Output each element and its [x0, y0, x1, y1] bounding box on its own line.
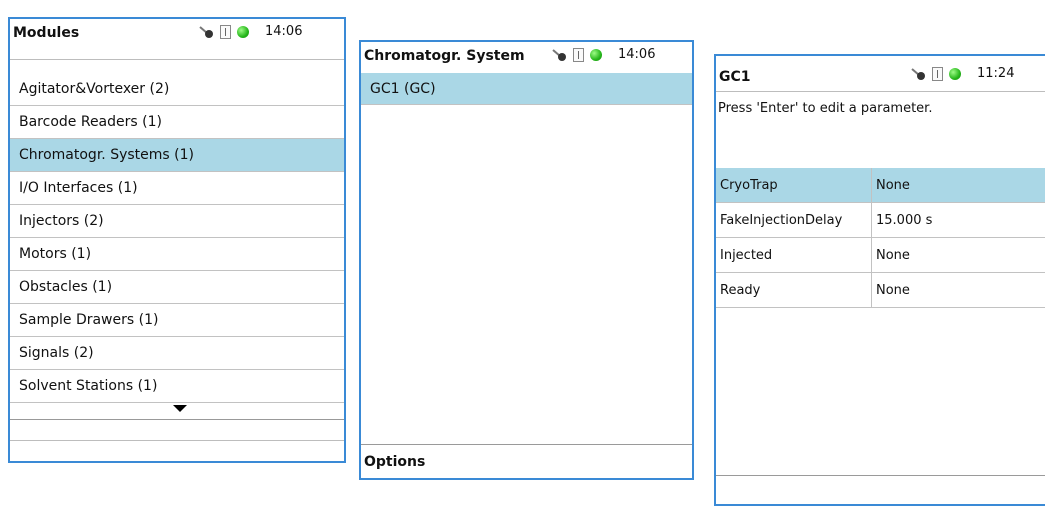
chromatogr-panel: Chromatogr. System 14:06 GC1 (GC) Option… [359, 40, 694, 480]
usb-icon [220, 25, 231, 39]
options-button[interactable]: Options [361, 444, 692, 478]
table-row[interactable]: CryoTrap None [716, 168, 1045, 203]
list-item[interactable]: Barcode Readers (1) [10, 106, 344, 139]
list-item[interactable]: Obstacles (1) [10, 271, 344, 304]
clock: 14:06 [265, 24, 302, 39]
param-name: FakeInjectionDelay [716, 203, 872, 238]
chevron-down-icon[interactable] [173, 405, 187, 412]
status-bar: 14:06 [551, 47, 655, 62]
param-name: Injected [716, 238, 872, 273]
list-item-selected[interactable]: Chromatogr. Systems (1) [10, 139, 344, 172]
gc1-panel: GC1 11:24 Press 'Enter' to edit a parame… [714, 54, 1045, 506]
key-icon [910, 67, 926, 81]
list-item[interactable]: Signals (2) [10, 337, 344, 370]
param-name: CryoTrap [716, 168, 872, 203]
table-row[interactable]: FakeInjectionDelay 15.000 s [716, 203, 1045, 238]
modules-header: Modules 14:06 [10, 19, 344, 60]
footer-divider [716, 475, 1045, 476]
page-title: GC1 [719, 69, 751, 85]
page-title: Modules [13, 25, 79, 41]
list-item[interactable]: Injectors (2) [10, 205, 344, 238]
clock: 14:06 [618, 47, 655, 62]
empty-row [10, 420, 344, 441]
table-row[interactable]: Injected None [716, 238, 1045, 273]
status-dot-icon [237, 26, 249, 38]
list-item[interactable]: Solvent Stations (1) [10, 370, 344, 403]
status-bar: 11:24 [910, 66, 1014, 81]
param-name: Ready [716, 273, 872, 308]
chromatogr-header: Chromatogr. System 14:06 [361, 42, 692, 74]
list-item[interactable]: Agitator&Vortexer (2) [10, 73, 344, 106]
page-title: Chromatogr. System [364, 48, 525, 64]
param-value[interactable]: None [872, 168, 1045, 203]
status-bar: 14:06 [198, 24, 302, 39]
key-icon [198, 25, 214, 39]
modules-panel: Modules 14:06 Agitator&Vortexer (2) Barc… [8, 17, 346, 463]
list-item[interactable]: Motors (1) [10, 238, 344, 271]
scroll-more[interactable] [10, 403, 344, 420]
clock: 11:24 [977, 66, 1014, 81]
param-value[interactable]: None [872, 273, 1045, 308]
help-text: Press 'Enter' to edit a parameter. [718, 101, 932, 116]
param-value[interactable]: 15.000 s [872, 203, 1045, 238]
list-item[interactable]: I/O Interfaces (1) [10, 172, 344, 205]
list-item-selected[interactable]: GC1 (GC) [361, 73, 692, 105]
gc1-header: GC1 11:24 [716, 56, 1045, 92]
list-item[interactable]: Sample Drawers (1) [10, 304, 344, 337]
parameter-table: CryoTrap None FakeInjectionDelay 15.000 … [716, 168, 1045, 308]
table-row[interactable]: Ready None [716, 273, 1045, 308]
key-icon [551, 48, 567, 62]
status-dot-icon [949, 68, 961, 80]
modules-list: Agitator&Vortexer (2) Barcode Readers (1… [10, 73, 344, 441]
usb-icon [573, 48, 584, 62]
status-dot-icon [590, 49, 602, 61]
systems-list: GC1 (GC) [361, 73, 692, 105]
param-value[interactable]: None [872, 238, 1045, 273]
usb-icon [932, 67, 943, 81]
